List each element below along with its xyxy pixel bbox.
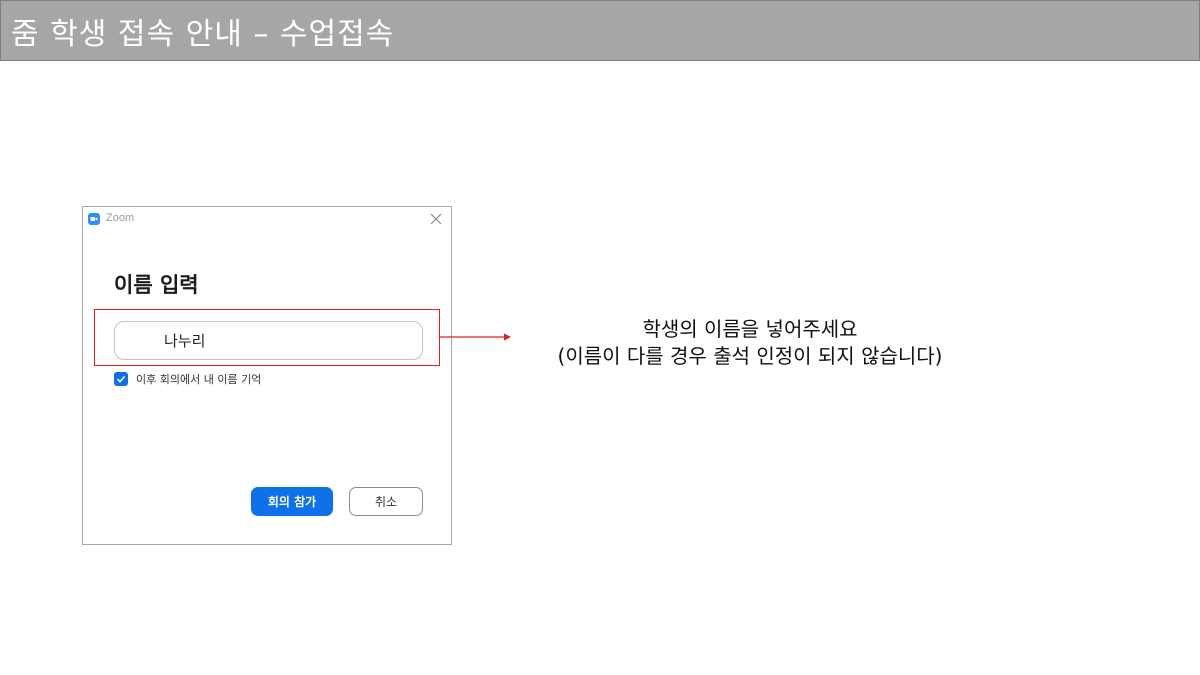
remember-name-checkbox[interactable]	[114, 372, 128, 386]
zoom-logo-icon	[88, 213, 100, 225]
window-titlebar: Zoom	[83, 207, 451, 231]
remember-name-label: 이후 회의에서 내 이름 기억	[136, 373, 262, 386]
instruction-text: 학생의 이름을 넣어주세요 (이름이 다를 경우 출석 인정이 되지 않습니다)	[490, 316, 1010, 370]
window-app-name: Zoom	[106, 212, 135, 224]
cancel-button[interactable]: 취소	[349, 487, 423, 516]
instruction-line-2: (이름이 다를 경우 출석 인정이 되지 않습니다)	[557, 344, 943, 368]
checkmark-icon	[116, 375, 126, 383]
zoom-name-dialog: Zoom 이름 입력 이후 회의에서 내 이름 기억 회의 참가 취소	[82, 206, 452, 545]
remember-name-row[interactable]: 이후 회의에서 내 이름 기억	[114, 371, 261, 387]
instruction-line-1: 학생의 이름을 넣어주세요	[642, 317, 858, 341]
slide-title-bar: 줌 학생 접속 안내 – 수업접속	[0, 0, 1200, 61]
dialog-heading: 이름 입력	[114, 273, 199, 297]
join-meeting-button[interactable]: 회의 참가	[251, 487, 333, 516]
close-icon[interactable]	[429, 212, 443, 226]
name-input-highlight	[94, 309, 440, 366]
slide-title: 줌 학생 접속 안내 – 수업접속	[11, 16, 395, 52]
